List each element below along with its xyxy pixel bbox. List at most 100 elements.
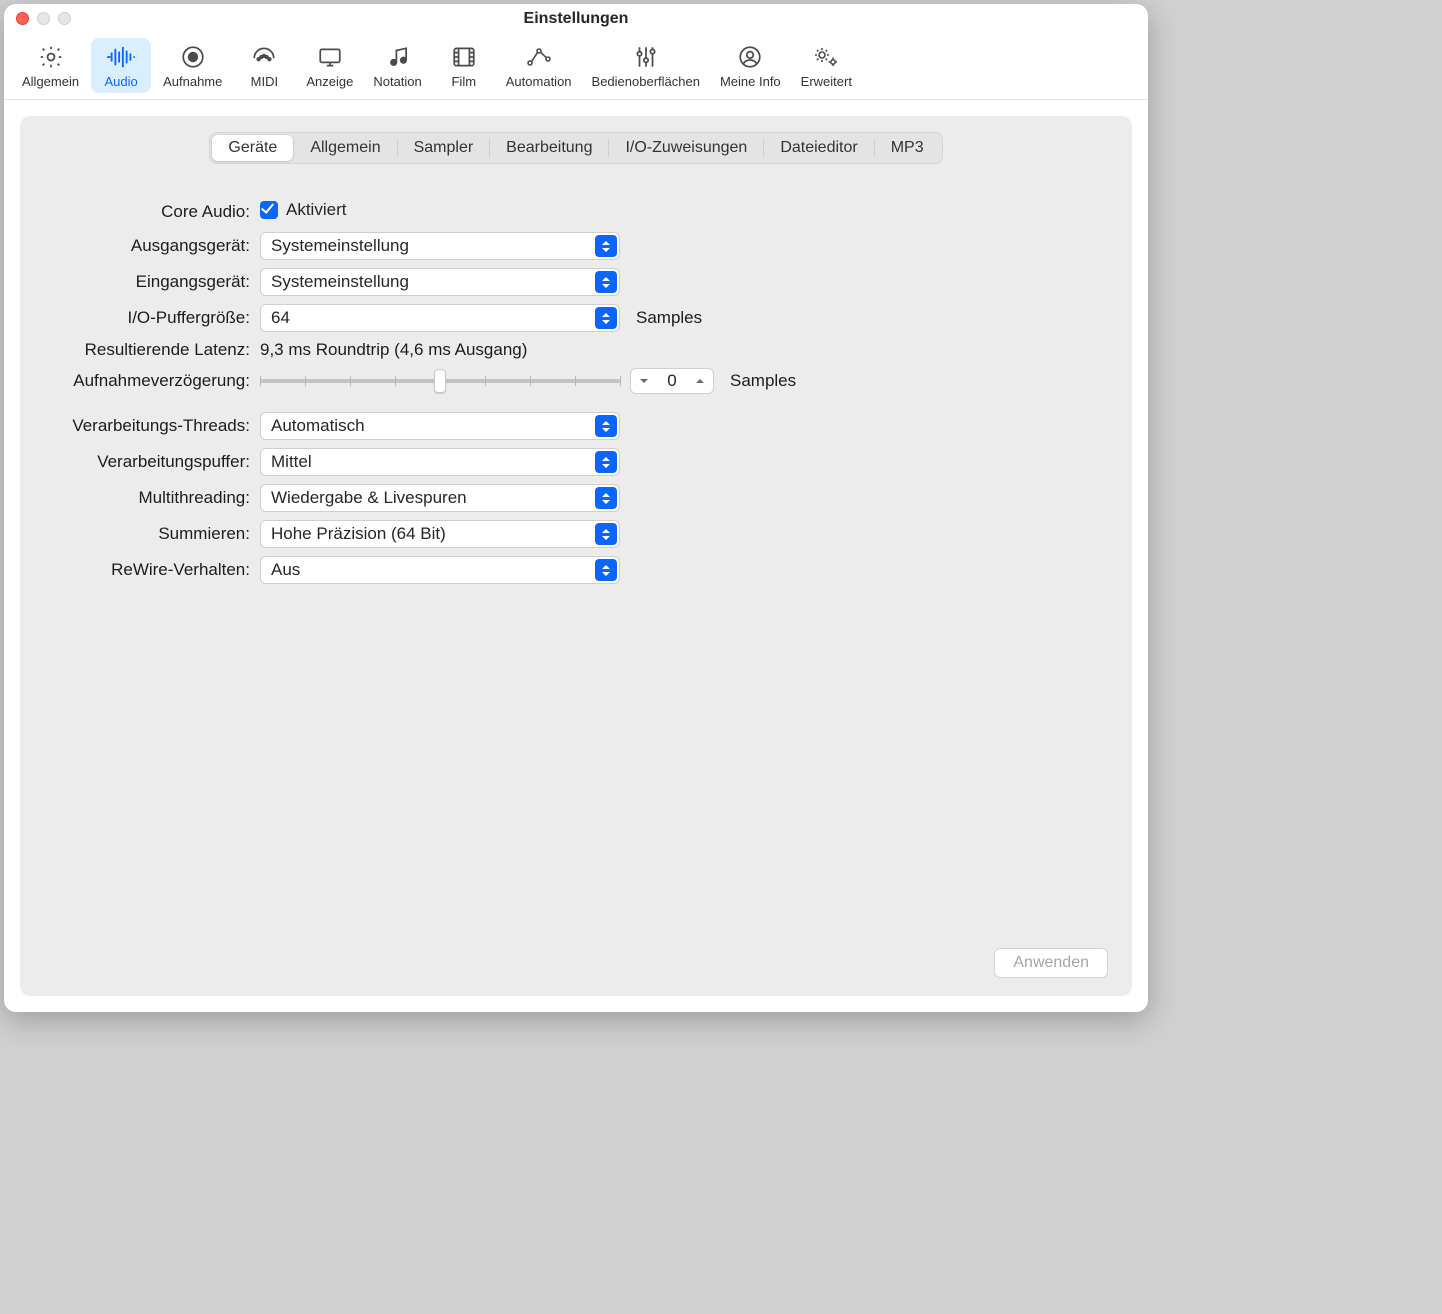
threads-select[interactable]: Automatisch — [260, 412, 620, 440]
row-input-device: Eingangsgerät Systemeinstellung — [38, 264, 1114, 300]
row-io-buffer: I/O-Puffergröße 64 Samples — [38, 300, 1114, 336]
row-rewire: ReWire-Verhalten Aus — [38, 552, 1114, 588]
toolbar-tab-label: Allgemein — [22, 74, 79, 89]
subtab-editing[interactable]: Bearbeitung — [490, 135, 608, 161]
toolbar-tab-label: Automation — [506, 74, 572, 89]
preferences-window: Einstellungen Allgemein Audio Aufnahme — [4, 4, 1148, 1012]
updown-arrows-icon — [595, 235, 617, 257]
select-value: Systemeinstellung — [271, 272, 409, 292]
recording-delay-slider[interactable] — [260, 369, 620, 393]
toolbar-tab-label: Meine Info — [720, 74, 781, 89]
sub-tabs: Geräte Allgemein Sampler Bearbeitung I/O… — [209, 132, 942, 164]
label-process-buffer: Verarbeitungspuffer — [38, 452, 250, 472]
row-summing: Summieren Hohe Präzision (64 Bit) — [38, 516, 1114, 552]
waveform-icon — [106, 42, 136, 72]
select-value: Mittel — [271, 452, 312, 472]
row-recording-delay: Aufnahmeverzögerung — [38, 364, 1114, 398]
titlebar: Einstellungen — [4, 4, 1148, 34]
midi-icon — [249, 42, 279, 72]
sliders-icon — [631, 42, 661, 72]
toolbar-tab-automation[interactable]: Automation — [498, 38, 580, 93]
stepper-value: 0 — [657, 371, 687, 391]
summing-select[interactable]: Hohe Präzision (64 Bit) — [260, 520, 620, 548]
user-circle-icon — [735, 42, 765, 72]
recording-delay-stepper[interactable]: 0 — [630, 368, 714, 394]
row-multithreading: Multithreading Wiedergabe & Livespuren — [38, 480, 1114, 516]
toolbar-tab-general[interactable]: Allgemein — [14, 38, 87, 93]
label-output-device: Ausgangsgerät — [38, 236, 250, 256]
select-value: Hohe Präzision (64 Bit) — [271, 524, 446, 544]
output-device-select[interactable]: Systemeinstellung — [260, 232, 620, 260]
label-multithreading: Multithreading — [38, 488, 250, 508]
label-recording-delay: Aufnahmeverzögerung — [38, 371, 250, 391]
row-threads: Verarbeitungs-Threads Automatisch — [38, 408, 1114, 444]
apply-button[interactable]: Anwenden — [994, 948, 1108, 978]
form: Core Audio Aktiviert Ausgangsgerät Syste… — [38, 196, 1114, 588]
latency-value: 9,3 ms Roundtrip (4,6 ms Ausgang) — [260, 340, 620, 360]
content-panel: Geräte Allgemein Sampler Bearbeitung I/O… — [20, 116, 1132, 996]
updown-arrows-icon — [595, 559, 617, 581]
recording-delay-unit: Samples — [724, 371, 796, 391]
select-value: 64 — [271, 308, 290, 328]
row-core-audio: Core Audio Aktiviert — [38, 196, 1114, 228]
toolbar-tab-recording[interactable]: Aufnahme — [155, 38, 230, 93]
toolbar-tab-midi[interactable]: MIDI — [234, 38, 294, 93]
film-icon — [449, 42, 479, 72]
select-value: Wiedergabe & Livespuren — [271, 488, 467, 508]
toolbar-tab-movie[interactable]: Film — [434, 38, 494, 93]
select-value: Automatisch — [271, 416, 365, 436]
updown-arrows-icon — [595, 487, 617, 509]
process-buffer-select[interactable]: Mittel — [260, 448, 620, 476]
subtab-mp3[interactable]: MP3 — [875, 135, 940, 161]
window-zoom-button[interactable] — [58, 12, 71, 25]
rewire-select[interactable]: Aus — [260, 556, 620, 584]
io-buffer-unit: Samples — [630, 308, 1114, 328]
label-summing: Summieren — [38, 524, 250, 544]
toolbar-tab-label: Anzeige — [306, 74, 353, 89]
toolbar-tab-control-surfaces[interactable]: Bedienoberflächen — [584, 38, 708, 93]
stepper-increment[interactable] — [687, 369, 713, 393]
toolbar-tab-my-info[interactable]: Meine Info — [712, 38, 789, 93]
updown-arrows-icon — [595, 415, 617, 437]
window-minimize-button[interactable] — [37, 12, 50, 25]
label-io-buffer: I/O-Puffergröße — [38, 308, 250, 328]
preferences-toolbar: Allgemein Audio Aufnahme MIDI — [4, 34, 1148, 100]
toolbar-tab-label: Erweitert — [801, 74, 852, 89]
toolbar-tab-label: Bedienoberflächen — [592, 74, 700, 89]
core-audio-checkbox[interactable]: Aktiviert — [260, 200, 346, 220]
input-device-select[interactable]: Systemeinstellung — [260, 268, 620, 296]
subtab-io-assignments[interactable]: I/O-Zuweisungen — [609, 135, 763, 161]
row-latency: Resultierende Latenz 9,3 ms Roundtrip (4… — [38, 336, 1114, 364]
toolbar-tab-display[interactable]: Anzeige — [298, 38, 361, 93]
updown-arrows-icon — [595, 523, 617, 545]
updown-arrows-icon — [595, 451, 617, 473]
subtab-file-editor[interactable]: Dateieditor — [764, 135, 873, 161]
checkbox-checked-icon — [260, 201, 278, 219]
toolbar-tab-label: Film — [451, 74, 476, 89]
subtab-devices[interactable]: Geräte — [212, 135, 293, 161]
subtab-sampler[interactable]: Sampler — [398, 135, 490, 161]
label-core-audio: Core Audio — [38, 202, 250, 222]
io-buffer-select[interactable]: 64 — [260, 304, 620, 332]
updown-arrows-icon — [595, 271, 617, 293]
multithreading-select[interactable]: Wiedergabe & Livespuren — [260, 484, 620, 512]
automation-icon — [524, 42, 554, 72]
gear-icon — [36, 42, 66, 72]
window-close-button[interactable] — [16, 12, 29, 25]
select-value: Aus — [271, 560, 300, 580]
row-output-device: Ausgangsgerät Systemeinstellung — [38, 228, 1114, 264]
toolbar-tab-label: Audio — [104, 74, 137, 89]
record-icon — [178, 42, 208, 72]
subtab-general[interactable]: Allgemein — [294, 135, 396, 161]
display-icon — [315, 42, 345, 72]
window-title: Einstellungen — [524, 10, 629, 28]
toolbar-tab-notation[interactable]: Notation — [365, 38, 429, 93]
updown-arrows-icon — [595, 307, 617, 329]
stepper-decrement[interactable] — [631, 369, 657, 393]
notation-icon — [383, 42, 413, 72]
toolbar-tab-audio[interactable]: Audio — [91, 38, 151, 93]
gears-icon — [811, 42, 841, 72]
toolbar-tab-advanced[interactable]: Erweitert — [793, 38, 860, 93]
toolbar-tab-label: Aufnahme — [163, 74, 222, 89]
row-process-buffer: Verarbeitungspuffer Mittel — [38, 444, 1114, 480]
